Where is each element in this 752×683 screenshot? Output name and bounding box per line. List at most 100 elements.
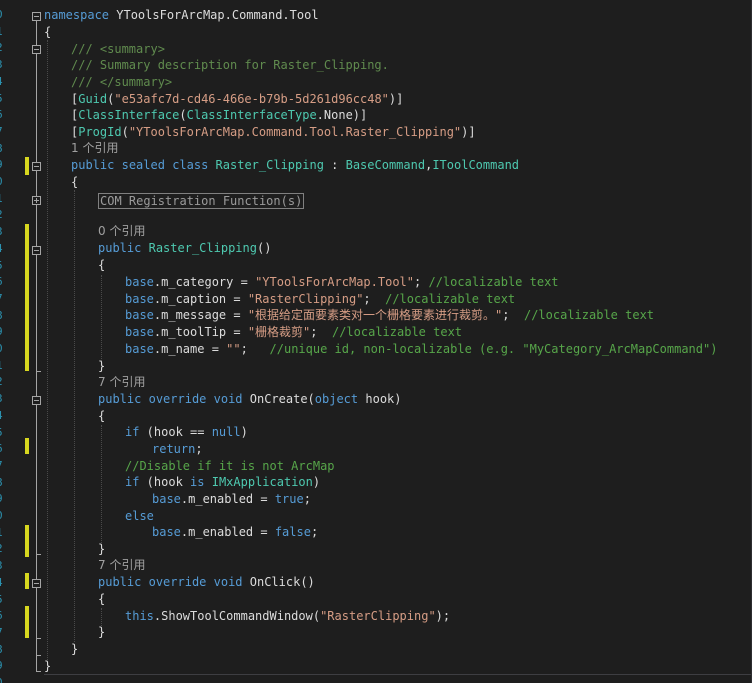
line-number: 0 — [0, 7, 3, 23]
code-line[interactable]: { — [71, 174, 78, 190]
comment: //localizable text — [385, 292, 516, 306]
collapse-oncreate-icon[interactable] — [32, 396, 41, 405]
string-literal: "" — [226, 342, 241, 356]
code-line[interactable]: { — [98, 591, 105, 607]
brace: } — [71, 642, 79, 656]
codelens-references[interactable]: 1 个引用 — [71, 140, 118, 156]
line-number: 7 — [0, 291, 3, 307]
code-editor[interactable]: 0123456789012345678901234567890123456789… — [0, 0, 752, 683]
code-line[interactable]: { — [44, 24, 51, 40]
code-text: : — [323, 158, 346, 172]
line-number: 9 — [0, 157, 3, 173]
code-line-namespace[interactable]: namespace YToolsForArcMap.Command.Tool — [44, 7, 319, 23]
line-number: 0 — [0, 341, 3, 357]
keyword: sealed — [121, 158, 165, 172]
attribute-line-progid[interactable]: [ProgId("YToolsForArcMap.Command.Tool.Ra… — [71, 124, 476, 140]
code-text: ) — [312, 475, 321, 489]
keyword: base — [125, 275, 154, 289]
line-number: 3 — [0, 57, 3, 73]
collapse-constructor-icon[interactable] — [32, 246, 41, 255]
constructor-declaration-line[interactable]: public Raster_Clipping() — [98, 240, 271, 256]
line-number: 8 — [0, 308, 3, 324]
class-declaration-line[interactable]: public sealed class Raster_Clipping : Ba… — [71, 157, 519, 173]
paren: ( — [121, 125, 129, 139]
show-window-line[interactable]: this.ShowToolCommandWindow("RasterClippi… — [125, 608, 450, 624]
line-number: 4 — [0, 408, 3, 424]
code-line[interactable]: } — [71, 641, 78, 657]
class-name: Raster_Clipping — [215, 158, 324, 172]
code-line[interactable]: } — [98, 358, 105, 374]
keyword: false — [274, 525, 311, 539]
line-number: 9 — [0, 324, 3, 340]
keyword: override — [148, 392, 207, 406]
else-line[interactable]: else — [125, 508, 154, 524]
keyword: base — [125, 342, 154, 356]
keyword: return — [152, 442, 196, 456]
code-text: .m_caption = — [153, 292, 248, 306]
line-number: 2 — [0, 40, 3, 56]
collapsed-region[interactable]: COM Registration Function(s) — [98, 193, 305, 209]
code-line[interactable]: { — [98, 257, 105, 273]
outline-end — [36, 371, 41, 372]
change-marker — [25, 157, 29, 175]
string-literal: "根据给定面要素类对一个栅格要素进行裁剪。" — [247, 308, 503, 322]
code-text: .m_enabled = — [180, 525, 275, 539]
code-text: ; — [363, 292, 386, 306]
string-literal: "YToolsForArcMap.Tool" — [255, 275, 415, 289]
horizontal-scrollbar[interactable] — [44, 674, 752, 683]
if-is-line[interactable]: if (hook is IMxApplication) — [125, 474, 320, 490]
line-number: 3 — [0, 224, 3, 240]
assignment-line-message[interactable]: base.m_message = "根据给定面要素类对一个栅格要素进行裁剪。";… — [125, 307, 654, 323]
method-declaration-oncreate[interactable]: public override void OnCreate(object hoo… — [98, 391, 402, 407]
collapse-class-icon[interactable] — [32, 162, 41, 171]
doc-comment: /// </summary> — [71, 75, 173, 89]
keyword: base — [152, 492, 181, 506]
attribute-line-classinterface[interactable]: [ClassInterface(ClassInterfaceType.None)… — [71, 107, 367, 123]
keyword: void — [213, 575, 243, 589]
line-number: 2 — [0, 541, 3, 557]
reference-count[interactable]: 0 个引用 — [98, 224, 145, 238]
line-number: 1 — [0, 191, 3, 207]
assignment-line-name[interactable]: base.m_name = ""; //unique id, non-local… — [125, 341, 717, 357]
expand-region-icon[interactable] — [32, 196, 41, 205]
collapsed-region-line[interactable]: COM Registration Function(s) — [98, 193, 305, 209]
collapse-onclick-icon[interactable] — [32, 579, 41, 588]
base-class-name: BaseCommand — [345, 158, 426, 172]
assignment-line-tooltip[interactable]: base.m_toolTip = "栅格裁剪"; //localizable t… — [125, 324, 462, 340]
return-line[interactable]: return; — [152, 441, 203, 457]
doc-comment-line[interactable]: /// <summary> — [71, 41, 165, 57]
code-line[interactable]: { — [98, 408, 105, 424]
comment-line[interactable]: //Disable if it is not ArcMap — [125, 458, 335, 474]
line-number: 4 — [0, 575, 3, 591]
attribute-line-guid[interactable]: [Guid("e53afc7d-cd46-466e-b79b-5d261d96c… — [71, 91, 403, 107]
codelens-references[interactable]: 7 个引用 — [98, 557, 145, 573]
codelens-references[interactable]: 0 个引用 — [98, 223, 145, 239]
assignment-line-caption[interactable]: base.m_caption = "RasterClipping"; //loc… — [125, 291, 515, 307]
if-null-line[interactable]: if (hook == null) — [125, 424, 248, 440]
comment: //Disable if it is not ArcMap — [125, 459, 335, 473]
type-name: IMxApplication — [211, 475, 313, 489]
code-line[interactable]: } — [44, 658, 51, 674]
line-number: 8 — [0, 475, 3, 491]
codelens-references[interactable]: 7 个引用 — [98, 374, 145, 390]
attribute-name: Guid — [78, 92, 108, 106]
enabled-true-line[interactable]: base.m_enabled = true; — [152, 491, 311, 507]
reference-count[interactable]: 7 个引用 — [98, 558, 145, 572]
reference-count[interactable]: 7 个引用 — [98, 375, 145, 389]
line-number: 9 — [0, 658, 3, 674]
reference-count[interactable]: 1 个引用 — [71, 141, 118, 155]
assignment-line-category[interactable]: base.m_category = "YToolsForArcMap.Tool"… — [125, 274, 559, 290]
doc-comment-line[interactable]: /// </summary> — [71, 74, 172, 90]
brace: { — [98, 592, 106, 606]
doc-comment-line[interactable]: /// Summary description for Raster_Clipp… — [71, 57, 389, 73]
line-number: 0 — [0, 174, 3, 190]
collapse-namespace-icon[interactable] — [32, 12, 41, 21]
code-line[interactable]: } — [98, 624, 105, 640]
method-declaration-onclick[interactable]: public override void OnClick() — [98, 574, 315, 590]
outline-end — [36, 554, 41, 555]
enabled-false-line[interactable]: base.m_enabled = false; — [152, 524, 318, 540]
code-line[interactable]: } — [98, 541, 105, 557]
code-text: (hook == — [139, 425, 212, 439]
collapse-summary-icon[interactable] — [32, 45, 41, 54]
line-number: 4 — [0, 74, 3, 90]
